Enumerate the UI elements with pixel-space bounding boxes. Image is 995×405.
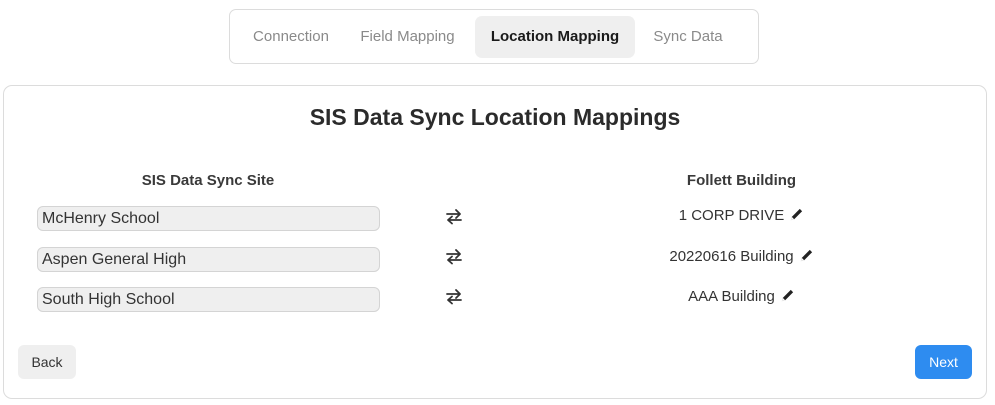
building-name: AAA Building bbox=[688, 288, 775, 305]
pencil-icon[interactable] bbox=[789, 207, 804, 222]
building-name: 1 CORP DRIVE bbox=[678, 207, 785, 224]
tab-field-mapping[interactable]: Field Mapping bbox=[350, 16, 465, 58]
tab-connection[interactable]: Connection bbox=[236, 16, 346, 58]
pencil-icon[interactable] bbox=[780, 288, 795, 303]
page-title: SIS Data Sync Location Mappings bbox=[309, 104, 681, 130]
next-button[interactable]: Next bbox=[915, 345, 972, 379]
swap-arrows-icon bbox=[446, 209, 462, 225]
building-cell-3: AAA Building bbox=[564, 288, 919, 305]
pencil-icon[interactable] bbox=[799, 248, 814, 263]
building-cell-1: 1 CORP DRIVE bbox=[564, 207, 919, 224]
tab-sync-data[interactable]: Sync Data bbox=[642, 16, 734, 58]
building-name: 20220616 Building bbox=[669, 248, 794, 265]
site-field-1[interactable] bbox=[37, 206, 380, 231]
column-header-site: SIS Data Sync Site bbox=[141, 172, 275, 189]
location-mapping-card: SIS Data Sync Location Mappings SIS Data… bbox=[3, 85, 987, 399]
site-field-2[interactable] bbox=[37, 247, 380, 272]
column-header-building: Follett Building bbox=[686, 172, 797, 189]
site-field-3[interactable] bbox=[37, 287, 380, 312]
tab-location-mapping[interactable]: Location Mapping bbox=[475, 16, 635, 58]
swap-arrows-icon bbox=[446, 289, 462, 305]
swap-arrows-icon bbox=[446, 249, 462, 265]
wizard-tab-bar: Connection Field Mapping Location Mappin… bbox=[229, 9, 759, 64]
back-button[interactable]: Back bbox=[18, 345, 76, 379]
building-cell-2: 20220616 Building bbox=[564, 248, 919, 265]
